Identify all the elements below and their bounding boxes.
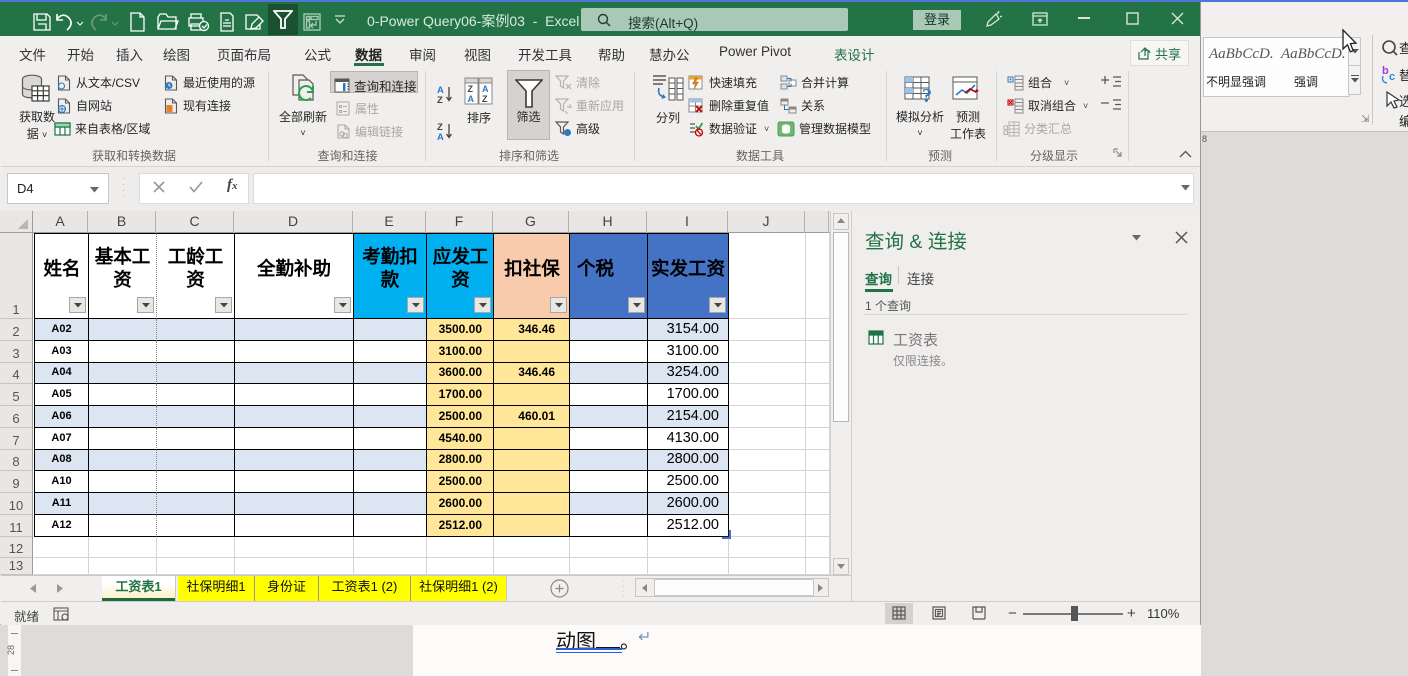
svg-text:c: c [1389, 71, 1395, 83]
svg-text:编: 编 [1399, 114, 1408, 128]
svg-text:Z: Z [468, 84, 474, 94]
svg-text:Z: Z [437, 95, 443, 104]
svg-text:替: 替 [1399, 68, 1408, 83]
svg-text:b: b [1382, 65, 1389, 77]
svg-text:查: 查 [1399, 41, 1408, 56]
svg-text:A: A [482, 84, 489, 94]
svg-text:A: A [468, 94, 475, 104]
svg-text:选: 选 [1399, 94, 1408, 109]
svg-text:A: A [437, 132, 444, 141]
svg-text:?: ? [922, 85, 932, 106]
svg-text:Z: Z [482, 94, 488, 104]
